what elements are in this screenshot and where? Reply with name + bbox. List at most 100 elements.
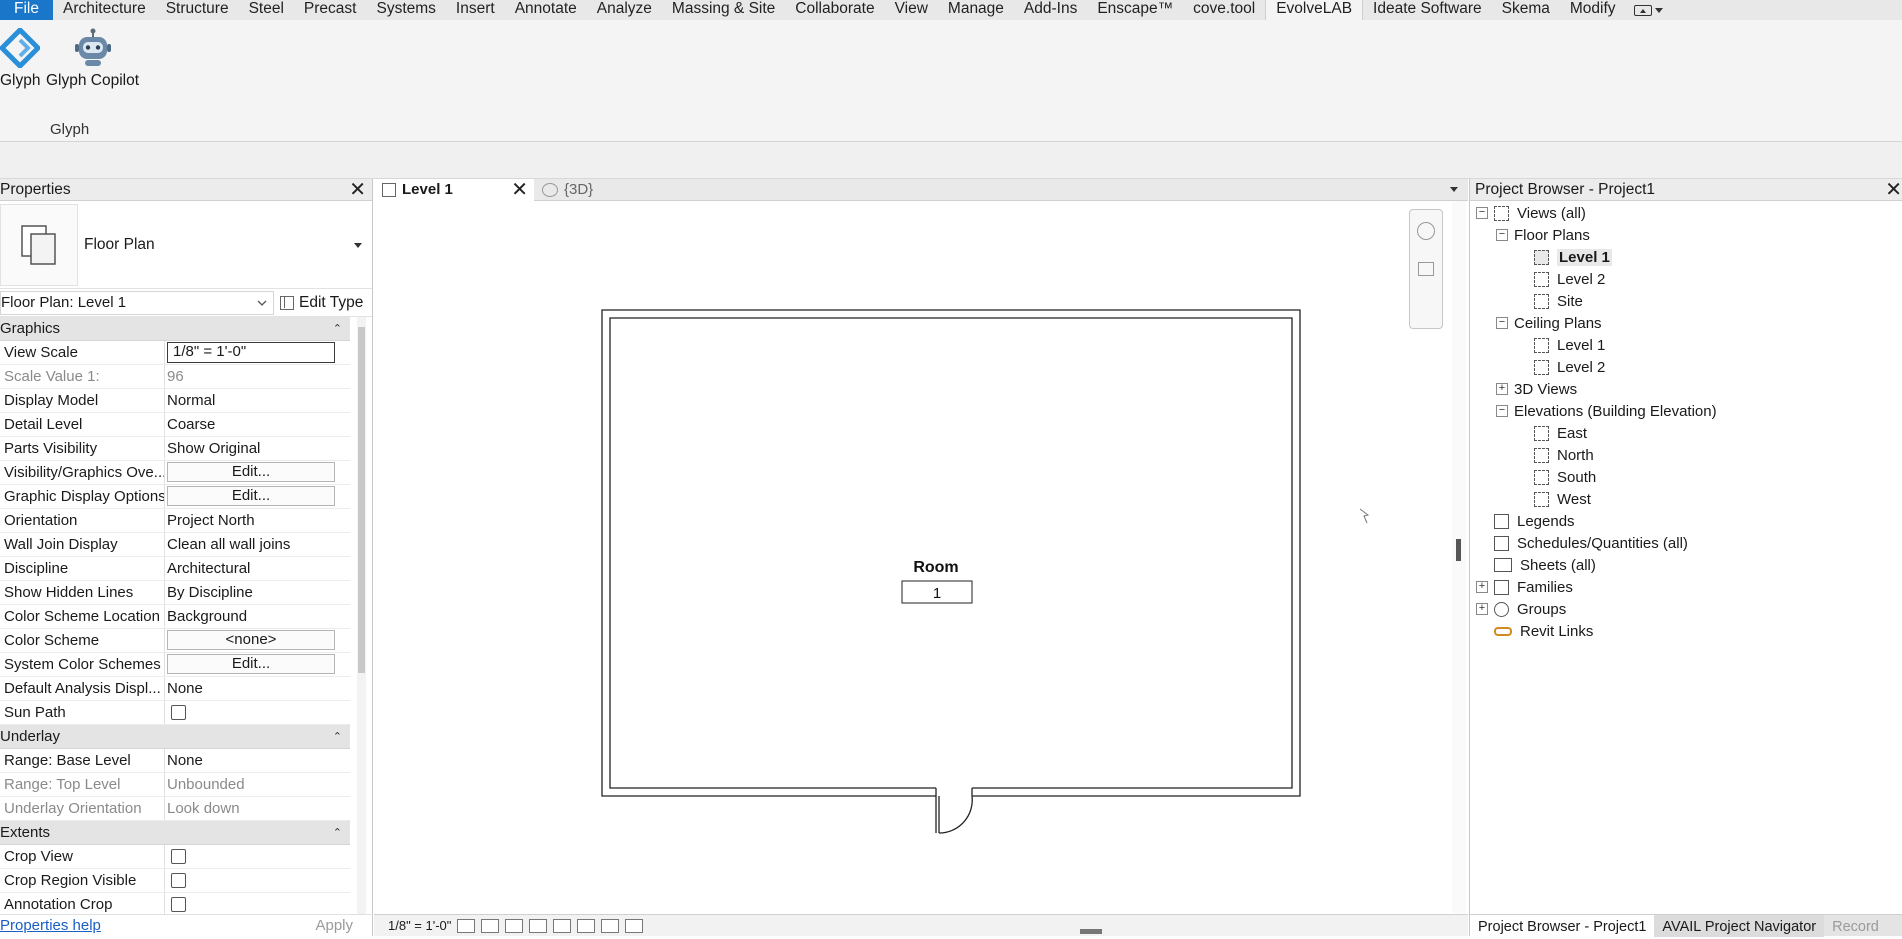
ribbon-tab-file[interactable]: File bbox=[0, 0, 53, 20]
chevron-down-icon[interactable] bbox=[1450, 187, 1458, 192]
section-underlay[interactable]: Underlay ⌃ bbox=[0, 725, 350, 749]
ribbon-tab-massing-site[interactable]: Massing & Site bbox=[662, 0, 785, 20]
ribbon-tab-view[interactable]: View bbox=[885, 0, 938, 20]
ribbon-tab-systems[interactable]: Systems bbox=[366, 0, 445, 20]
type-selector[interactable]: Floor Plan bbox=[0, 201, 372, 289]
ribbon-tab-add-ins[interactable]: Add-Ins bbox=[1014, 0, 1087, 20]
ribbon-tab-analyze[interactable]: Analyze bbox=[587, 0, 662, 20]
crop-view-icon[interactable] bbox=[553, 918, 572, 933]
tree-item[interactable]: Site bbox=[1470, 290, 1902, 312]
ribbon-tab-modify[interactable]: Modify bbox=[1560, 0, 1626, 20]
ribbon-tab-enscape[interactable]: Enscape™ bbox=[1087, 0, 1183, 20]
drawing-canvas[interactable]: Room 1 bbox=[374, 201, 1444, 913]
ribbon-tab-architecture[interactable]: Architecture bbox=[53, 0, 156, 20]
ribbon-tab-structure[interactable]: Structure bbox=[156, 0, 239, 20]
tree-item[interactable]: Revit Links bbox=[1470, 620, 1902, 642]
close-icon[interactable]: ✕ bbox=[349, 180, 366, 200]
glyph-copilot-button[interactable]: Glyph Copilot bbox=[46, 28, 139, 90]
checkbox[interactable] bbox=[171, 705, 186, 720]
property-value[interactable]: Architectural bbox=[167, 560, 250, 577]
tree-item[interactable]: + Groups bbox=[1470, 598, 1902, 620]
property-value[interactable]: By Discipline bbox=[167, 584, 253, 601]
tab-project-browser[interactable]: Project Browser - Project1 bbox=[1470, 914, 1655, 937]
tab-3d[interactable]: {3D} bbox=[534, 179, 601, 201]
expand-icon[interactable]: + bbox=[1476, 581, 1488, 593]
ribbon-tab-insert[interactable]: Insert bbox=[446, 0, 505, 20]
tree-item[interactable]: +3D Views bbox=[1470, 378, 1902, 400]
collapse-icon[interactable]: − bbox=[1476, 207, 1488, 219]
checkbox[interactable] bbox=[171, 873, 186, 888]
ribbon-tab-ideate-software[interactable]: Ideate Software bbox=[1363, 0, 1492, 20]
ribbon-tab-evolvelab[interactable]: EvolveLAB bbox=[1265, 0, 1364, 20]
edit-type-button[interactable]: Edit Type bbox=[280, 294, 363, 312]
property-value[interactable]: Show Original bbox=[167, 440, 260, 457]
property-value[interactable]: Normal bbox=[167, 392, 215, 409]
collapse-icon[interactable]: − bbox=[1496, 229, 1508, 241]
room-tag-name[interactable]: Room bbox=[913, 559, 958, 576]
ribbon-tab-steel[interactable]: Steel bbox=[239, 0, 294, 20]
property-value[interactable]: Project North bbox=[167, 512, 255, 529]
tree-item[interactable]: + Families bbox=[1470, 576, 1902, 598]
edit-button[interactable]: Edit... bbox=[167, 654, 335, 674]
close-icon[interactable]: ✕ bbox=[1885, 180, 1902, 200]
tab-record[interactable]: Record bbox=[1824, 915, 1887, 937]
properties-help-link[interactable]: Properties help bbox=[0, 917, 101, 934]
tree-item[interactable]: Sheets (all) bbox=[1470, 554, 1902, 576]
door[interactable] bbox=[935, 795, 973, 834]
close-icon[interactable]: ✕ bbox=[511, 180, 528, 200]
tree-item[interactable]: Legends bbox=[1470, 510, 1902, 532]
chevron-down-icon[interactable] bbox=[354, 243, 362, 248]
expand-icon[interactable]: + bbox=[1476, 603, 1488, 615]
tree-item[interactable]: Level 2 bbox=[1470, 268, 1902, 290]
room-tag-number[interactable]: 1 bbox=[933, 585, 941, 602]
edit-button[interactable]: Edit... bbox=[167, 486, 335, 506]
crop-region-icon[interactable] bbox=[577, 918, 596, 933]
tab-level-1[interactable]: Level 1 ✕ bbox=[374, 178, 534, 201]
apply-button[interactable]: Apply bbox=[315, 917, 353, 934]
panel-toggle-button[interactable] bbox=[1626, 0, 1671, 20]
glyph-button[interactable]: Glyph bbox=[0, 28, 41, 90]
collapse-icon[interactable]: − bbox=[1496, 405, 1508, 417]
scrollbar-thumb[interactable] bbox=[358, 327, 365, 673]
tree-item[interactable]: West bbox=[1470, 488, 1902, 510]
tree-item[interactable]: South bbox=[1470, 466, 1902, 488]
view-scale-control[interactable]: 1/8" = 1'-0" bbox=[388, 918, 451, 933]
ribbon-tab-manage[interactable]: Manage bbox=[938, 0, 1014, 20]
edit-button[interactable]: Edit... bbox=[167, 462, 335, 482]
property-value[interactable]: Clean all wall joins bbox=[167, 536, 290, 553]
view-scale-input[interactable]: 1/8" = 1'-0" bbox=[167, 342, 335, 363]
scrollbar-thumb[interactable] bbox=[1456, 539, 1461, 561]
checkbox[interactable] bbox=[171, 849, 186, 864]
edit-button[interactable]: <none> bbox=[167, 630, 335, 650]
property-value[interactable]: Background bbox=[167, 608, 247, 625]
tree-item[interactable]: Level 1 bbox=[1470, 334, 1902, 356]
detail-level-icon[interactable] bbox=[457, 918, 476, 933]
steering-wheel-icon[interactable] bbox=[1417, 222, 1435, 240]
property-value[interactable]: Coarse bbox=[167, 416, 215, 433]
temporary-hide-icon[interactable] bbox=[601, 918, 620, 933]
ribbon-tab-annotate[interactable]: Annotate bbox=[505, 0, 587, 20]
tree-item[interactable]: Level 2 bbox=[1470, 356, 1902, 378]
tree-item[interactable]: North bbox=[1470, 444, 1902, 466]
collapse-icon[interactable]: − bbox=[1496, 317, 1508, 329]
tree-item[interactable]: − Floor Plans bbox=[1470, 224, 1902, 246]
instance-selector[interactable]: Floor Plan: Level 1 bbox=[0, 290, 274, 315]
section-extents[interactable]: Extents ⌃ bbox=[0, 821, 350, 845]
tree-item[interactable]: Schedules/Quantities (all) bbox=[1470, 532, 1902, 554]
checkbox[interactable] bbox=[171, 897, 186, 912]
ribbon-tab-cove-tool[interactable]: cove.tool bbox=[1183, 0, 1265, 20]
shadows-icon[interactable] bbox=[529, 918, 548, 933]
property-value[interactable]: None bbox=[167, 752, 203, 769]
section-graphics[interactable]: Graphics ⌃ bbox=[0, 317, 350, 341]
zoom-icon[interactable] bbox=[1418, 262, 1434, 276]
visual-style-icon[interactable] bbox=[481, 918, 500, 933]
ribbon-tab-precast[interactable]: Precast bbox=[294, 0, 367, 20]
tree-item[interactable]: Level 1 bbox=[1470, 246, 1902, 268]
tree-item[interactable]: − Elevations (Building Elevation) bbox=[1470, 400, 1902, 422]
tree-item[interactable]: − Ceiling Plans bbox=[1470, 312, 1902, 334]
view-vertical-scrollbar[interactable] bbox=[1452, 201, 1466, 913]
properties-scrollbar[interactable] bbox=[357, 317, 366, 914]
expand-icon[interactable]: + bbox=[1496, 383, 1508, 395]
property-value[interactable]: None bbox=[167, 680, 203, 697]
tab-avail-project-navigator[interactable]: AVAIL Project Navigator bbox=[1654, 914, 1825, 937]
